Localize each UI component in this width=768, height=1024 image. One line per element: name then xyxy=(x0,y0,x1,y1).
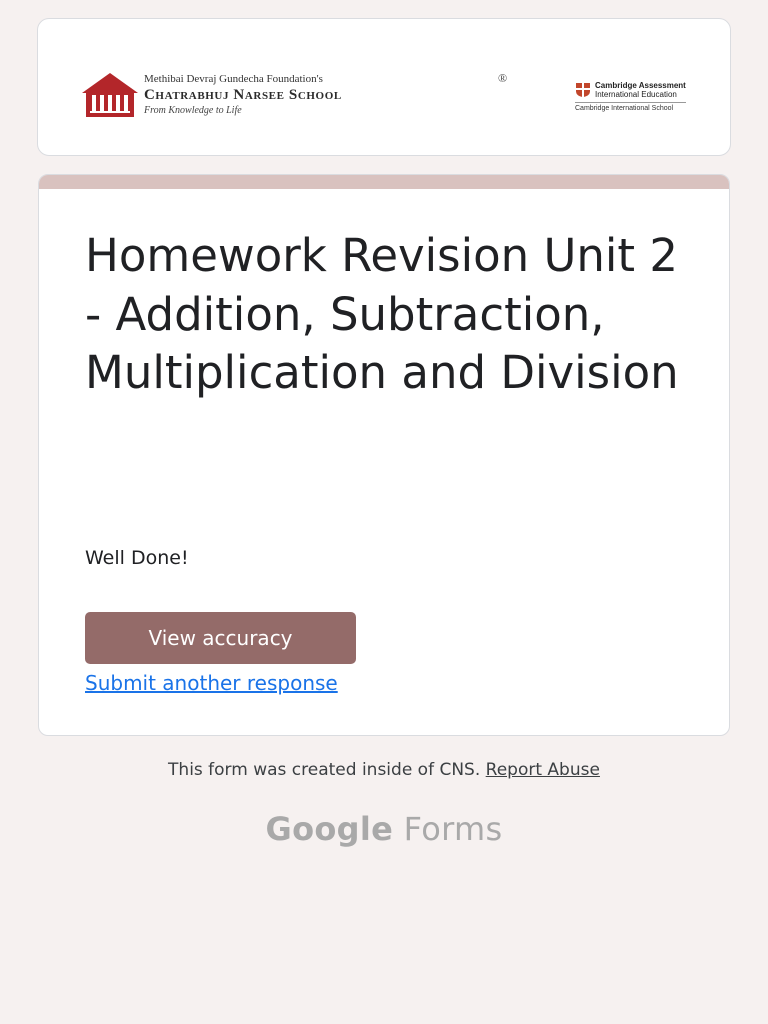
confirmation-message: Well Done! xyxy=(85,547,189,569)
confirmation-card: Homework Revision Unit 2 - Addition, Sub… xyxy=(38,174,730,736)
header-banner: Methibai Devraj Gundecha Foundation's Ch… xyxy=(37,18,731,156)
google-forms-logo[interactable]: Google Forms xyxy=(0,810,768,848)
footer-created-text: This form was created inside of CNS. xyxy=(168,760,481,780)
school-logo: Methibai Devraj Gundecha Foundation's Ch… xyxy=(80,71,507,119)
school-foundation: Methibai Devraj Gundecha Foundation's xyxy=(144,73,323,85)
google-wordmark: Google xyxy=(265,810,394,848)
cambridge-line2: International Education xyxy=(595,90,677,99)
cambridge-logo: Cambridge Assessment International Educa… xyxy=(575,82,686,112)
cambridge-subtitle: Cambridge International School xyxy=(575,102,686,112)
forms-wordmark: Forms xyxy=(403,810,503,848)
form-title: Homework Revision Unit 2 - Addition, Sub… xyxy=(85,229,679,399)
submit-another-response-link[interactable]: Submit another response xyxy=(85,671,338,695)
footer-note: This form was created inside of CNS. Rep… xyxy=(0,760,768,780)
school-emblem-icon xyxy=(82,73,138,117)
card-accent-bar xyxy=(39,175,729,189)
school-tagline: From Knowledge to Life xyxy=(144,105,242,116)
cambridge-line1: Cambridge Assessment xyxy=(595,81,686,90)
registered-mark: ® xyxy=(498,71,508,85)
view-accuracy-button[interactable]: View accuracy xyxy=(85,612,356,664)
page: Methibai Devraj Gundecha Foundation's Ch… xyxy=(0,0,768,1024)
report-abuse-link[interactable]: Report Abuse xyxy=(486,760,600,780)
school-text: Methibai Devraj Gundecha Foundation's Ch… xyxy=(144,72,507,116)
cambridge-shield-icon xyxy=(576,83,590,97)
school-name: Chatrabhuj Narsee School xyxy=(144,87,342,103)
